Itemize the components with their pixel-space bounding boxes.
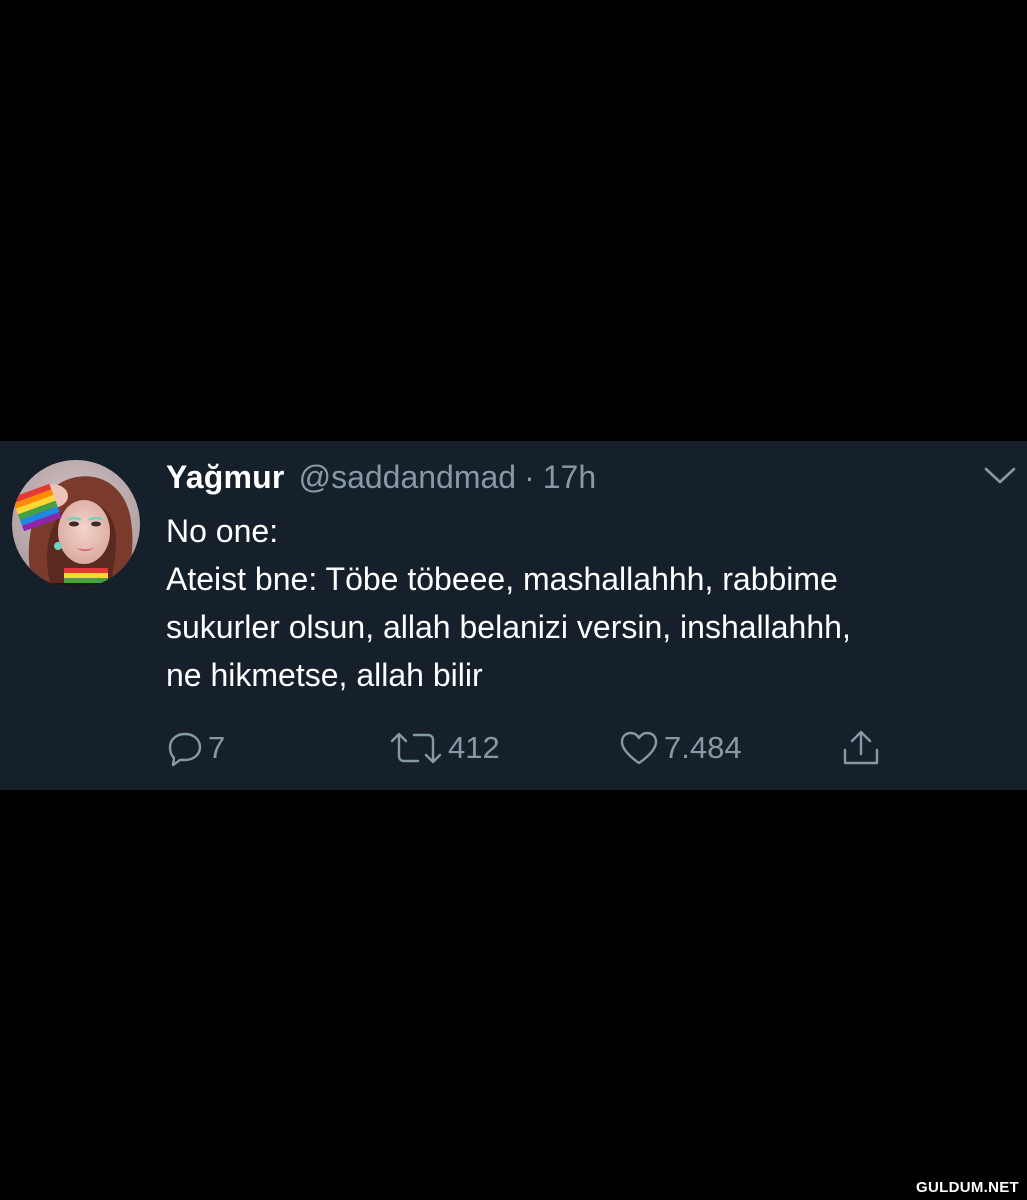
heart-icon: [618, 729, 660, 767]
reply-button[interactable]: 7: [166, 723, 225, 773]
retweet-count: 412: [448, 730, 500, 765]
like-count: 7.484: [664, 730, 742, 765]
header-separator: ·: [524, 459, 535, 495]
tweet-text-line: Ateist bne: Töbe töbeee, mashallahhh, ra…: [166, 561, 838, 597]
tweet-text-line: No one:: [166, 513, 279, 549]
like-button[interactable]: 7.484: [618, 723, 742, 773]
reply-count: 7: [208, 730, 226, 765]
tweet-text: No one: Ateist bne: Töbe töbeee, mashall…: [166, 507, 1016, 699]
tweet-text-line: ne hikmetse, allah bilir: [166, 657, 483, 693]
screenshot-page: Yağmur @saddandmad · 17h No one: Ateist …: [0, 0, 1027, 1200]
previous-tweet-cutoff: [0, 441, 1027, 445]
share-icon: [840, 727, 882, 769]
reply-icon: [166, 729, 204, 767]
tweet-card[interactable]: Yağmur @saddandmad · 17h No one: Ateist …: [0, 441, 1027, 790]
share-button[interactable]: [840, 723, 882, 773]
watermark: GULDUM.NET: [916, 1179, 1019, 1196]
chevron-down-icon[interactable]: [983, 465, 1017, 487]
user-handle[interactable]: @saddandmad: [299, 459, 517, 496]
tweet-text-line: sukurler olsun, allah belanizi versin, i…: [166, 609, 851, 645]
tweet-timestamp[interactable]: 17h: [543, 459, 596, 496]
tweet-header: Yağmur @saddandmad · 17h: [166, 459, 967, 499]
retweet-icon: [388, 729, 444, 767]
avatar[interactable]: [12, 460, 140, 588]
tweet-actions: 7 412 7.484: [166, 723, 926, 773]
retweet-button[interactable]: 412: [388, 723, 500, 773]
display-name[interactable]: Yağmur: [166, 459, 285, 496]
